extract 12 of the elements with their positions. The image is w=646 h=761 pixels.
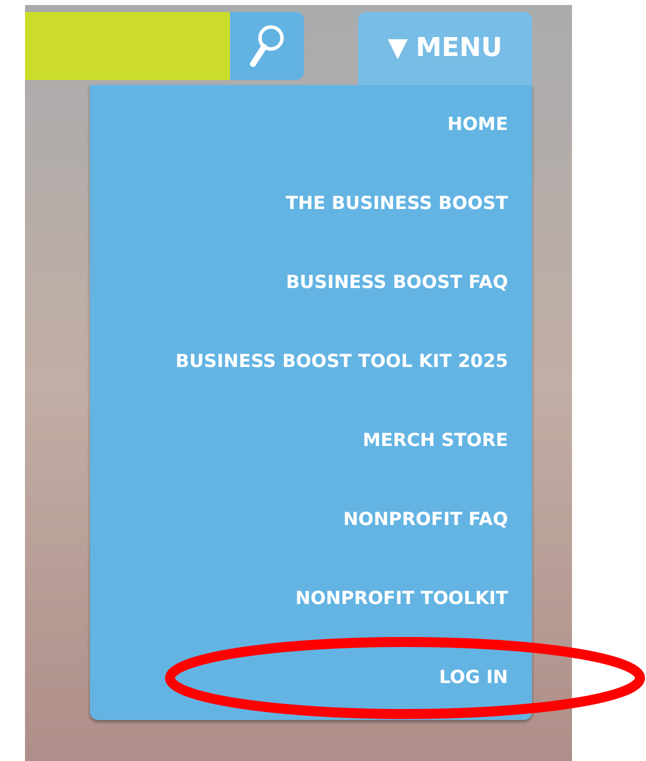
menu-item[interactable]: MERCH STORE — [362, 427, 508, 454]
search-button[interactable] — [230, 12, 304, 80]
menu-item[interactable]: NONPROFIT FAQ — [343, 506, 508, 533]
menu-button[interactable]: ▼ MENU — [358, 12, 532, 85]
menu-item[interactable]: HOME — [447, 111, 508, 138]
search-icon — [248, 23, 286, 69]
menu-item[interactable]: BUSINESS BOOST TOOL KIT 2025 — [176, 348, 508, 375]
menu-item[interactable]: NONPROFIT TOOLKIT — [295, 585, 508, 612]
menu-item[interactable]: THE BUSINESS BOOST — [286, 190, 508, 217]
menu-item[interactable]: LOG IN — [439, 664, 508, 691]
menu-item[interactable]: BUSINESS BOOST FAQ — [286, 269, 508, 296]
search-field[interactable] — [25, 12, 230, 80]
